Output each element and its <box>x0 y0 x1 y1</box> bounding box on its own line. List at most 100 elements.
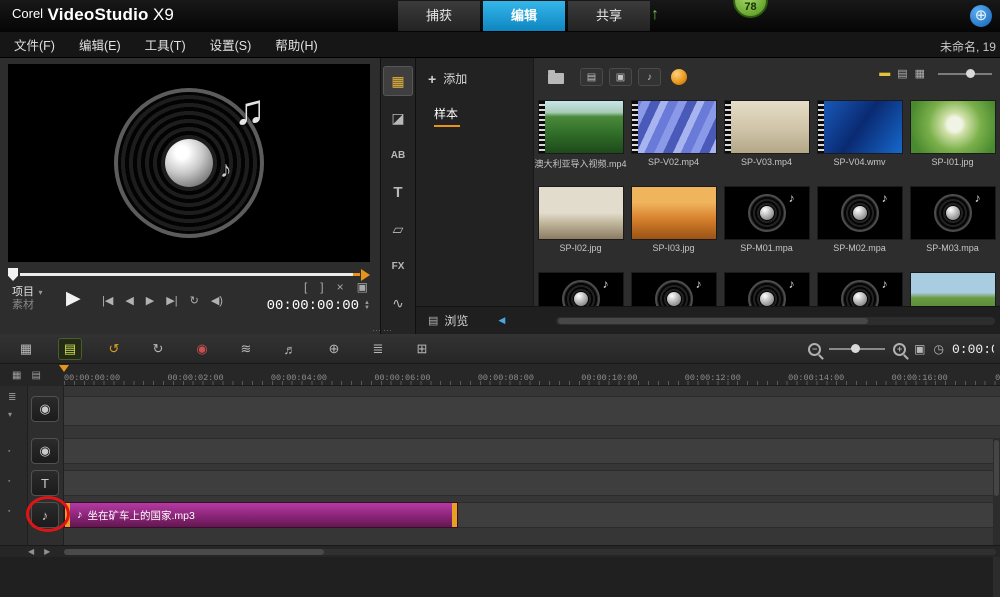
notification-badge[interactable]: 78 <box>733 0 768 18</box>
media-item[interactable]: ♪ SP-M01.mpa <box>720 186 813 272</box>
menu-item[interactable]: 工具(T) <box>145 35 186 54</box>
zoom-slider-knob[interactable] <box>851 344 860 353</box>
batch-convert-icon[interactable]: ⊞ <box>410 338 434 360</box>
title-icon[interactable]: T <box>383 177 413 207</box>
tracks-vertical-scrollbar[interactable] <box>993 438 1000 597</box>
browse-label[interactable]: 浏览 <box>444 312 468 329</box>
mark-in-button[interactable]: [ <box>304 280 307 294</box>
media-item[interactable]: ♪ SP-V02.mp4 <box>627 100 720 186</box>
sound-mixer-icon[interactable]: ≋ <box>234 338 258 360</box>
media-3d-icon[interactable] <box>671 69 687 85</box>
menu-item[interactable]: 设置(S) <box>210 35 252 54</box>
auto-music-icon[interactable]: ♬ <box>278 338 302 360</box>
scroll-left-icon[interactable]: ◀ <box>28 547 34 556</box>
media-item[interactable]: ♪ <box>720 272 813 306</box>
add-folder-row[interactable]: + 添加 <box>416 58 533 87</box>
menu-item[interactable]: 文件(F) <box>14 35 55 54</box>
fit-project-icon[interactable]: ▣ <box>914 342 925 356</box>
zoom-out-icon[interactable]: − <box>808 343 821 356</box>
audio-filter-icon[interactable]: ♪ <box>638 68 661 86</box>
timeline-scrollbar[interactable] <box>64 549 996 555</box>
media-item[interactable]: ♪ <box>813 272 906 306</box>
video-filter-icon[interactable]: ▤ <box>580 68 603 86</box>
record-capture-icon[interactable]: ◉ <box>190 338 214 360</box>
motion-path-icon[interactable]: ∿ <box>383 288 413 318</box>
clock-icon[interactable]: ◷ <box>934 342 944 356</box>
scroll-left-icon[interactable]: ◀ <box>498 315 505 326</box>
track-view-icon[interactable]: ▦ <box>12 370 21 381</box>
music-clip[interactable]: ♪ 坐在矿车上的国家.mp3 <box>64 502 458 528</box>
overlay-track-lane[interactable] <box>64 438 1000 464</box>
timeline-playhead[interactable] <box>59 365 69 372</box>
filter-icon[interactable]: FX <box>383 251 413 281</box>
media-item[interactable]: ♪ <box>534 272 627 306</box>
scrubber-track[interactable] <box>20 273 354 276</box>
gallery-scrollbar-handle[interactable] <box>558 318 868 324</box>
menu-item[interactable]: 编辑(E) <box>79 35 121 54</box>
mark-out-button[interactable]: ] <box>320 280 323 294</box>
previous-frame-icon[interactable]: ◀ <box>125 294 133 307</box>
transition-icon[interactable]: AB <box>383 140 413 170</box>
sidebar-item-samples[interactable]: 样本 <box>416 101 533 127</box>
timeline-ruler[interactable]: ▦ ▤ 00:00:00:00 00:00:02:00 00:00:04:00 … <box>0 364 1000 386</box>
view-toggle-icon[interactable]: ▦ <box>915 67 925 80</box>
title-track-lane[interactable] <box>64 470 1000 496</box>
delete-icon[interactable]: × <box>337 280 344 294</box>
workspace-tab[interactable]: 捕获 <box>398 1 480 31</box>
media-item[interactable]: ♪ <box>906 272 999 306</box>
timeline-view-icon[interactable]: ▤ <box>58 338 82 360</box>
track-option-icon[interactable]: ▪ <box>8 448 10 455</box>
volume-icon[interactable]: ◀) <box>211 294 223 307</box>
view-toggle-icon[interactable]: ▤ <box>897 67 907 80</box>
track-option-icon[interactable]: ▪ <box>8 478 10 485</box>
play-button[interactable]: ▶ <box>66 287 81 310</box>
storyboard-view-icon[interactable]: ▦ <box>14 338 38 360</box>
graphic-icon[interactable]: ▱ <box>383 214 413 244</box>
track-option-icon[interactable]: ≣ <box>8 392 16 403</box>
gallery-scrollbar[interactable] <box>556 317 995 325</box>
preview-timecode[interactable]: 00:00:00:00 <box>267 298 359 314</box>
overlay-track-button[interactable]: ◉ <box>31 438 59 464</box>
photo-filter-icon[interactable]: ▣ <box>609 68 632 86</box>
media-item[interactable]: ♪ SP-I02.jpg <box>534 186 627 272</box>
media-item[interactable]: ♪ 澳大利亚导入视频.mp4 <box>534 100 627 186</box>
motion-tracking-icon[interactable]: ⊕ <box>322 338 346 360</box>
workspace-tab[interactable]: 共享 <box>568 1 650 31</box>
media-item[interactable]: ♪ SP-I03.jpg <box>627 186 720 272</box>
home-icon[interactable]: |◀ <box>102 294 113 307</box>
split-clip-icon[interactable]: ▣ <box>357 280 368 294</box>
media-item[interactable]: ♪ SP-M02.mpa <box>813 186 906 272</box>
mode-clip-label[interactable]: 素材 <box>12 299 42 312</box>
redo-icon[interactable]: ↻ <box>146 338 170 360</box>
slider-knob[interactable] <box>966 69 975 78</box>
track-option-icon[interactable]: ▪ <box>8 508 10 515</box>
timeline-zoom-slider[interactable] <box>829 348 885 350</box>
timeline-scrollbar-handle[interactable] <box>64 549 324 555</box>
track-view-icon[interactable]: ▤ <box>31 370 40 381</box>
thumbnail-size-slider[interactable] <box>938 73 992 75</box>
globe-icon[interactable]: ⊕ <box>970 5 992 27</box>
repeat-icon[interactable]: ↻ <box>190 294 199 307</box>
workspace-tab[interactable]: 编辑 <box>483 1 565 31</box>
media-item[interactable]: ♪ <box>627 272 720 306</box>
next-frame-icon[interactable]: ▶ <box>146 294 154 307</box>
tracks-scrollbar-handle[interactable] <box>994 440 999 496</box>
mode-project-label[interactable]: 项目 <box>12 286 34 298</box>
media-item[interactable]: ♪ SP-V04.wmv <box>813 100 906 186</box>
media-item[interactable]: ♪ SP-M03.mpa <box>906 186 999 272</box>
video-track-button[interactable]: ◉ <box>31 396 59 422</box>
track-option-icon[interactable]: ▾ <box>8 410 12 419</box>
spinner-down-icon[interactable]: ▼ <box>364 306 370 311</box>
subtitle-editor-icon[interactable]: ≣ <box>366 338 390 360</box>
folder-icon[interactable] <box>548 73 564 84</box>
media-item[interactable]: ♪ SP-V03.mp4 <box>720 100 813 186</box>
scroll-right-icon[interactable]: ▶ <box>44 547 50 556</box>
panel-splitter-grip[interactable]: ⋯⋯ <box>372 325 394 336</box>
view-toggle-icon[interactable]: ▬ <box>879 67 890 80</box>
scrubber-playhead[interactable] <box>8 268 18 281</box>
undo-icon[interactable]: ↺ <box>102 338 126 360</box>
zoom-in-icon[interactable]: + <box>893 343 906 356</box>
timecode-spinner[interactable]: ▲ ▼ <box>364 301 370 311</box>
instant-project-icon[interactable]: ◪ <box>383 103 413 133</box>
title-track-button[interactable]: T <box>31 470 59 496</box>
